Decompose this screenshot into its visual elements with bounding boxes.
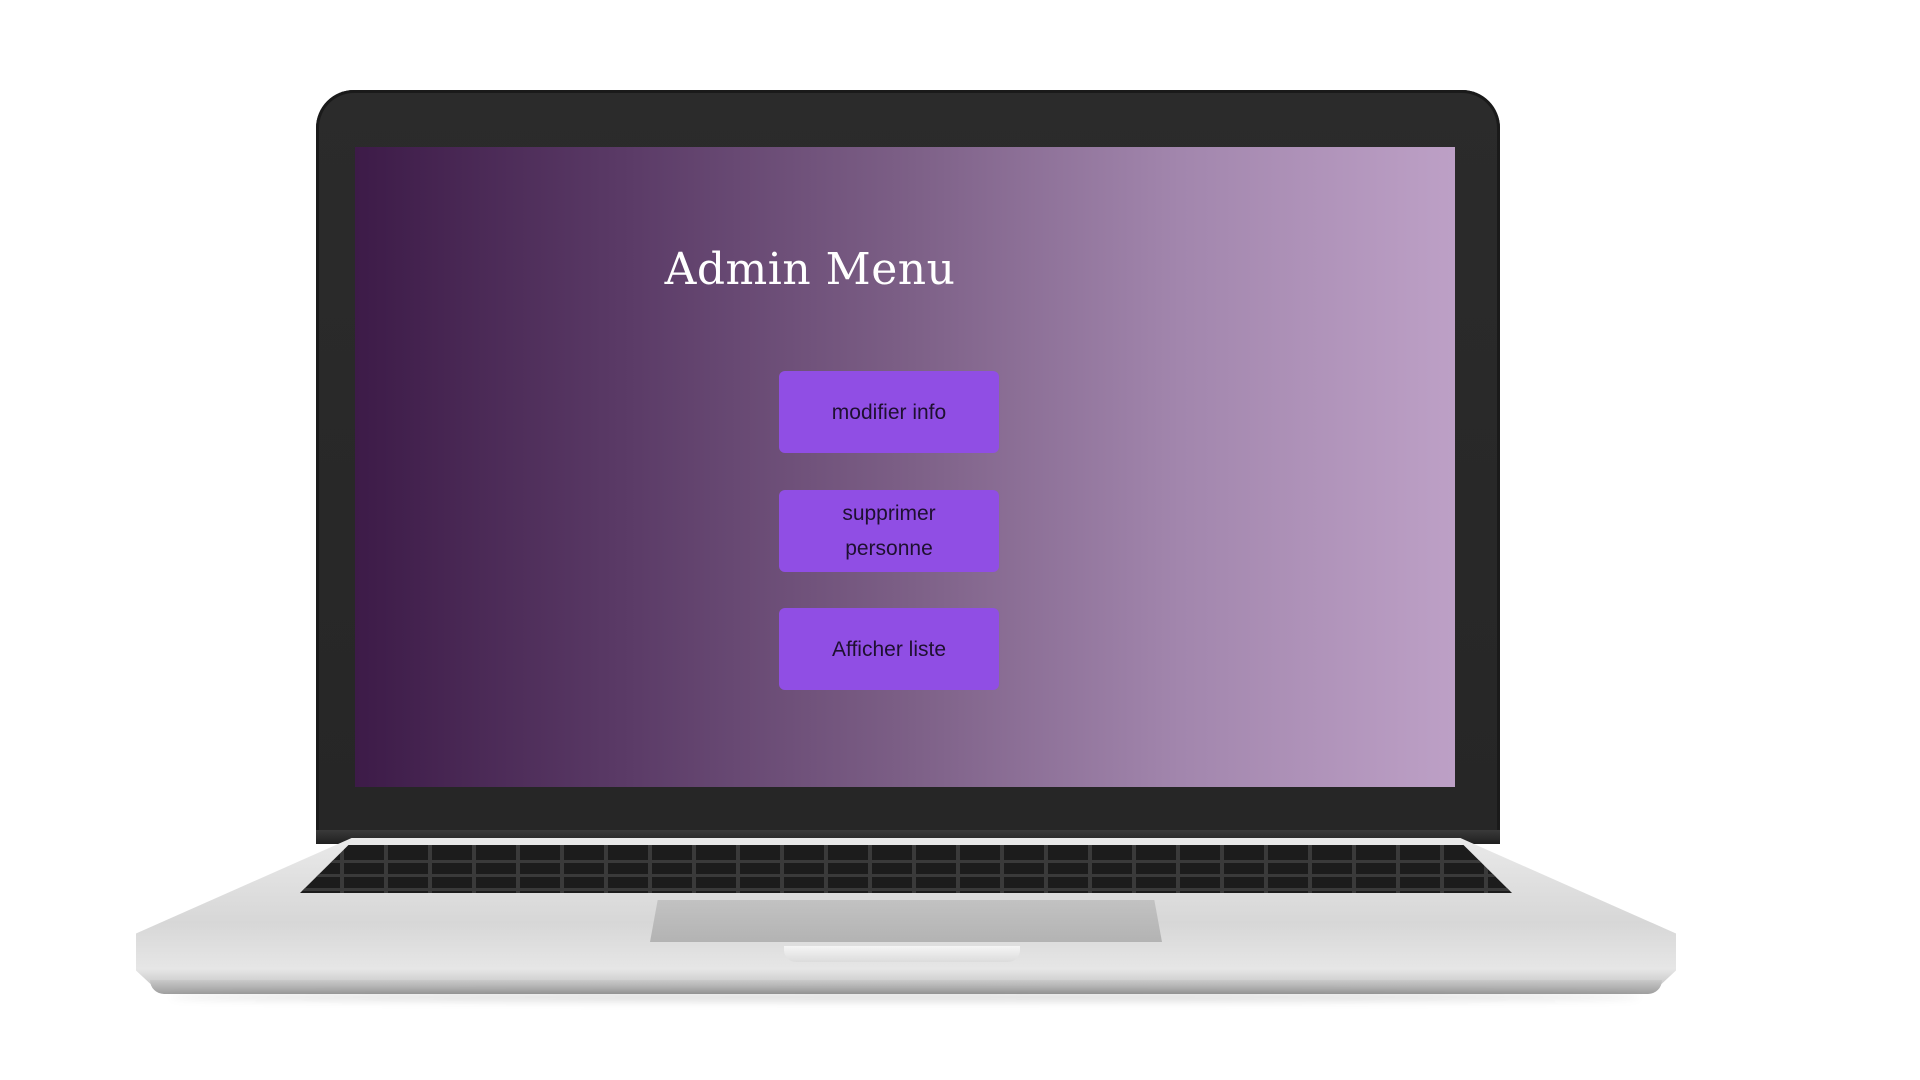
laptop-screen: Admin Menu modifier info supprimer perso… [355,147,1455,787]
laptop-trackpad [650,900,1162,942]
supprimer-personne-button[interactable]: supprimer personne [779,490,999,572]
laptop-shadow [170,992,1640,1002]
laptop-mockup: Admin Menu modifier info supprimer perso… [0,0,1920,1080]
modifier-info-button[interactable]: modifier info [779,371,999,453]
page-title: Admin Menu [664,244,956,296]
laptop-keyboard [300,845,1512,893]
laptop-notch [784,946,1020,962]
afficher-liste-button[interactable]: Afficher liste [779,608,999,690]
